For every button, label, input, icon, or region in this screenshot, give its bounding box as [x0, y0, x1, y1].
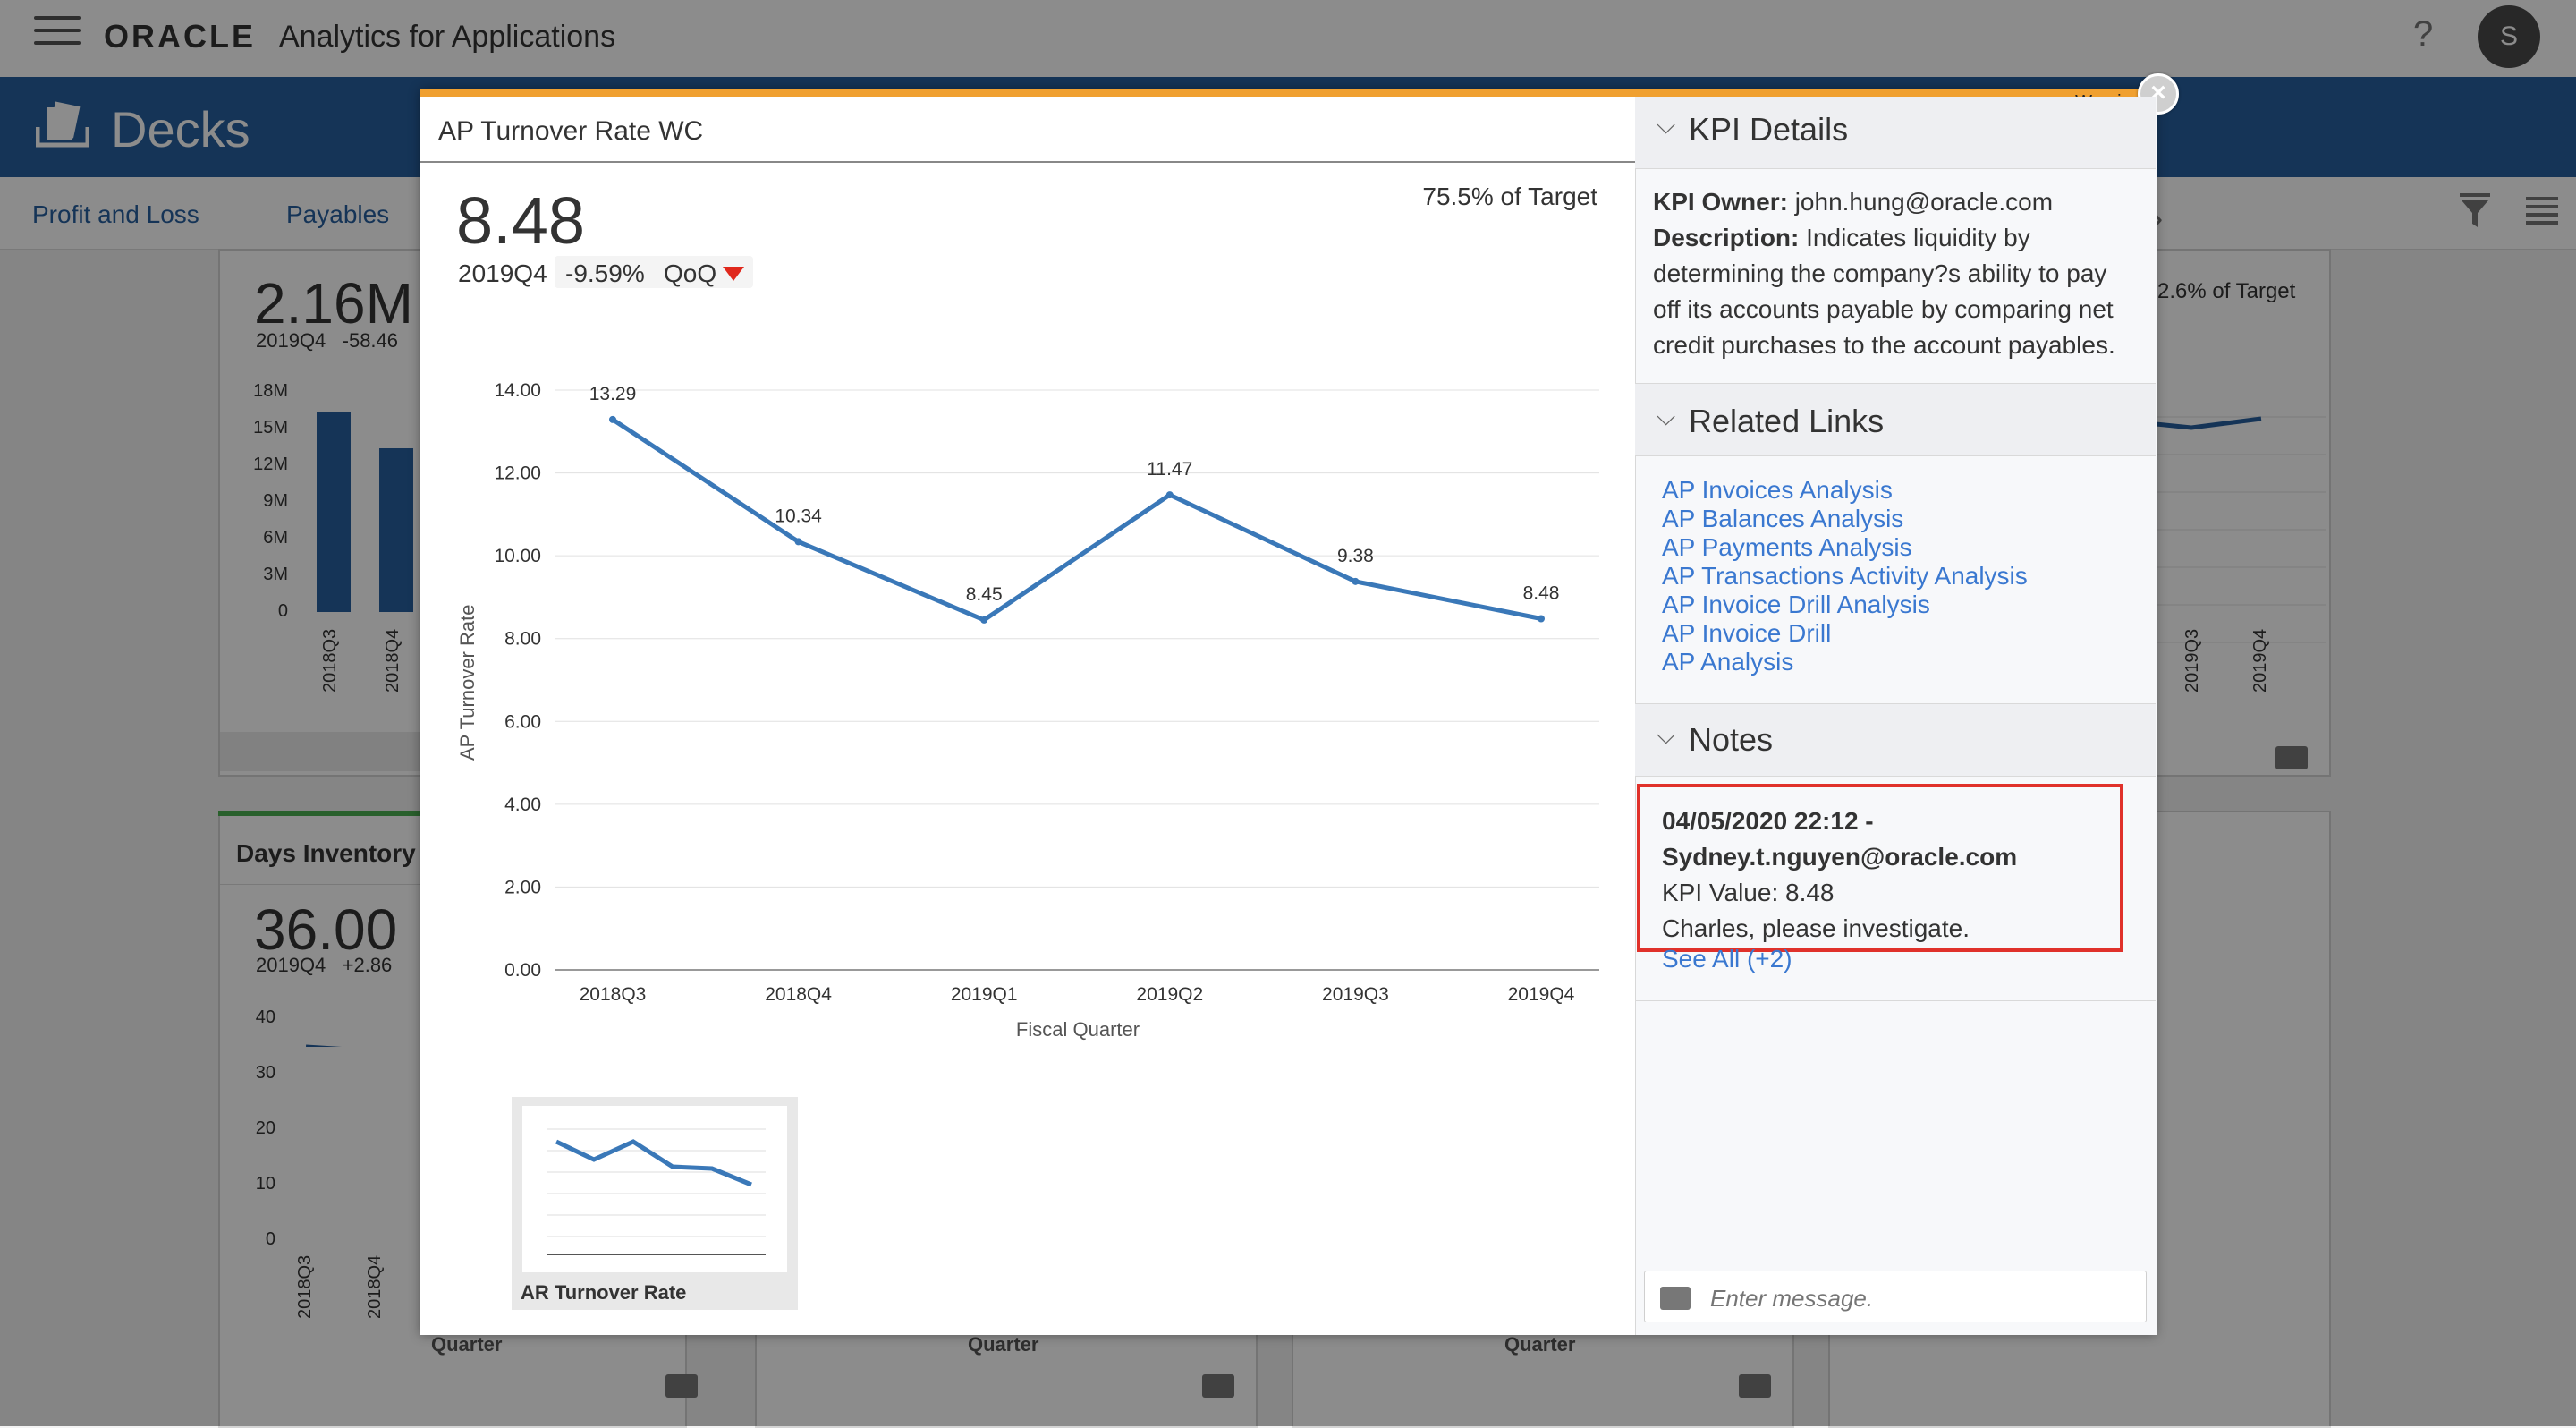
x-tick-label: 2019Q3: [1322, 984, 1389, 1005]
note-author: Sydney.t.nguyen@oracle.com: [1662, 843, 2018, 871]
data-point[interactable]: [794, 538, 802, 546]
x-tick-label: 2018Q4: [765, 984, 832, 1005]
related-links-title: Related Links: [1689, 403, 1885, 439]
related-link[interactable]: AP Invoice Drill: [1662, 619, 2028, 648]
see-all-notes-link[interactable]: See All (+2): [1662, 945, 1792, 973]
note-timestamp: 04/05/2020 22:12 -: [1662, 807, 1874, 835]
owner-value: john.hung@oracle.com: [1794, 188, 2054, 216]
related-link[interactable]: AP Analysis: [1662, 648, 2028, 676]
related-link[interactable]: AP Transactions Activity Analysis: [1662, 562, 2028, 591]
related-link[interactable]: AP Balances Analysis: [1662, 505, 2028, 533]
y-tick-label: 12.00: [494, 463, 541, 484]
kpi-period: 2019Q4: [458, 259, 547, 287]
data-point[interactable]: [1538, 615, 1545, 623]
related-links-list: AP Invoices Analysis AP Balances Analysi…: [1662, 476, 2028, 676]
notes-title: Notes: [1689, 721, 1774, 758]
owner-label: KPI Owner:: [1653, 188, 1788, 216]
x-tick-label: 2018Q3: [580, 984, 647, 1005]
thumbnail-sparkline: [547, 1128, 766, 1255]
data-label: 9.38: [1337, 546, 1374, 566]
related-link[interactable]: AP Invoices Analysis: [1662, 476, 2028, 505]
data-label: 13.29: [589, 384, 637, 404]
title-divider: [420, 161, 1635, 163]
kpi-change-percent: -9.59%: [565, 259, 645, 287]
thumbnail-label: AR Turnover Rate: [521, 1281, 687, 1304]
data-point[interactable]: [609, 415, 616, 423]
data-point[interactable]: [1165, 491, 1174, 499]
kpi-target: 75.5% of Target: [1422, 183, 1597, 210]
x-tick-label: 2019Q4: [1508, 984, 1575, 1005]
y-tick-label: 6.00: [504, 711, 541, 732]
kpi-title: AP Turnover Rate WC: [438, 116, 704, 146]
y-tick-label: 2.00: [504, 877, 541, 897]
chevron-down-icon[interactable]: ⌵: [1657, 403, 1675, 432]
x-tick-label: 2019Q1: [951, 984, 1018, 1005]
down-arrow-icon: [723, 267, 744, 281]
data-label: 11.47: [1147, 459, 1192, 480]
modal-warning-strip: [420, 89, 2156, 97]
data-label: 8.45: [966, 584, 1003, 605]
thumbnail-chart-area: [522, 1106, 787, 1272]
y-tick-label: 0.00: [504, 960, 541, 981]
chat-icon: [1660, 1287, 1690, 1310]
data-label: 8.48: [1523, 582, 1560, 603]
kpi-value: 8.48: [456, 183, 586, 258]
related-link[interactable]: AP Invoice Drill Analysis: [1662, 591, 2028, 619]
data-point[interactable]: [1352, 577, 1360, 585]
x-axis-title: Fiscal Quarter: [1015, 1018, 1140, 1041]
y-tick-label: 4.00: [504, 795, 541, 815]
data-label: 10.34: [775, 506, 822, 526]
kpi-compare-period: QoQ: [664, 259, 717, 287]
y-tick-label: 14.00: [494, 380, 541, 401]
related-link[interactable]: AP Payments Analysis: [1662, 533, 2028, 562]
line-chart[interactable]: 14.00 12.00 10.00 8.00 6.00 4.00 2.00 0.00 13.29…: [420, 358, 1635, 1056]
message-input[interactable]: [1708, 1283, 2132, 1313]
kpi-details-title: KPI Details: [1689, 111, 1849, 148]
chevron-down-icon[interactable]: ⌵: [1657, 111, 1675, 140]
description-label: Description:: [1653, 224, 1800, 251]
y-axis-title: AP Turnover Rate: [456, 604, 479, 761]
data-point[interactable]: [980, 616, 988, 624]
notes-divider: [1635, 1000, 2156, 1001]
note-text: Charles, please investigate.: [1662, 914, 1970, 942]
y-tick-label: 10.00: [494, 546, 541, 566]
kpi-details-body: KPI Owner: john.hung@oracle.com Descript…: [1653, 184, 2136, 363]
chevron-down-icon[interactable]: ⌵: [1657, 721, 1675, 751]
x-tick-label: 2019Q2: [1136, 984, 1203, 1005]
series-line: [611, 417, 1542, 623]
note-kpi-value: KPI Value: 8.48: [1662, 879, 1835, 906]
y-tick-label: 8.00: [504, 629, 541, 650]
